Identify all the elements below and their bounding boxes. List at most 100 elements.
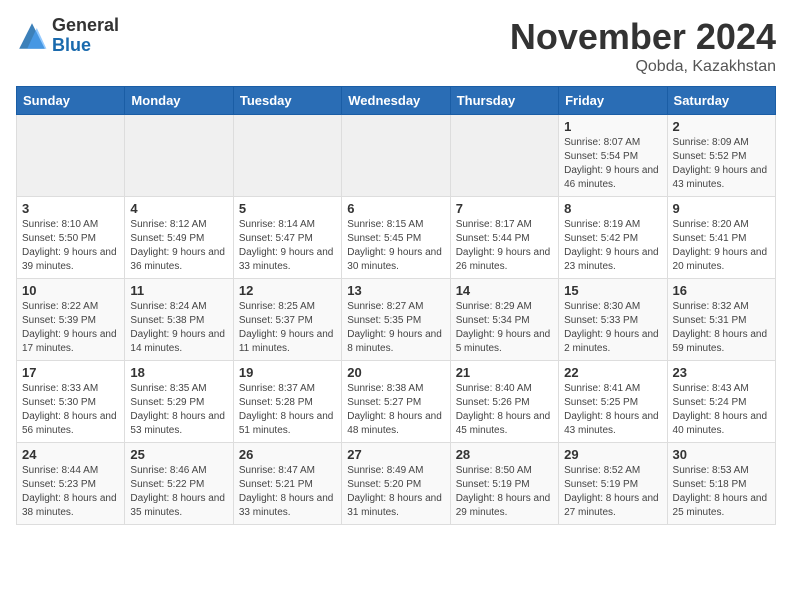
logo-text: General Blue: [52, 16, 119, 56]
calendar-cell: [342, 115, 450, 197]
day-number: 22: [564, 365, 661, 380]
day-number: 4: [130, 201, 227, 216]
day-number: 2: [673, 119, 770, 134]
calendar-cell: 2Sunrise: 8:09 AM Sunset: 5:52 PM Daylig…: [667, 115, 775, 197]
day-number: 7: [456, 201, 553, 216]
day-info: Sunrise: 8:25 AM Sunset: 5:37 PM Dayligh…: [239, 300, 336, 356]
calendar-cell: 19 Sunrise: 8:37 AM Sunset: 5:28 PM Dayli…: [233, 361, 341, 443]
calendar-cell: 30Sunrise: 8:53 AM Sunset: 5:18 PM Dayli…: [667, 443, 775, 525]
day-number: 26: [239, 447, 336, 462]
calendar-cell: 26Sunrise: 8:47 AM Sunset: 5:21 PM Dayli…: [233, 443, 341, 525]
day-info: Sunrise: 8:53 AM Sunset: 5:18 PM Dayligh…: [673, 464, 770, 520]
day-number: 18: [130, 365, 227, 380]
calendar-cell: 24Sunrise: 8:44 AM Sunset: 5:23 PM Dayli…: [17, 443, 125, 525]
day-info: Sunrise: 8:49 AM Sunset: 5:20 PM Dayligh…: [347, 464, 444, 520]
logo-icon: [16, 20, 48, 52]
day-info: Sunrise: 8:38 AM Sunset: 5:27 PM Dayligh…: [347, 382, 444, 438]
calendar-week-row: 17 Sunrise: 8:33 AM Sunset: 5:30 PM Dayli…: [17, 361, 776, 443]
calendar-cell: 4 Sunrise: 8:12 AM Sunset: 5:49 PM Daylig…: [125, 197, 233, 279]
day-number: 27: [347, 447, 444, 462]
logo: General Blue: [16, 16, 119, 56]
calendar-cell: 29 Sunrise: 8:52 AM Sunset: 5:19 PM Dayli…: [559, 443, 667, 525]
calendar-week-row: 1 Sunrise: 8:07 AM Sunset: 5:54 PM Daylig…: [17, 115, 776, 197]
calendar-cell: 7 Sunrise: 8:17 AM Sunset: 5:44 PM Daylig…: [450, 197, 558, 279]
day-number: 12: [239, 283, 336, 298]
calendar-cell: 9Sunrise: 8:20 AM Sunset: 5:41 PM Daylig…: [667, 197, 775, 279]
day-number: 19: [239, 365, 336, 380]
calendar-cell: [17, 115, 125, 197]
logo-general: General: [52, 16, 119, 36]
calendar-cell: 12 Sunrise: 8:25 AM Sunset: 5:37 PM Dayli…: [233, 279, 341, 361]
calendar-cell: 13 Sunrise: 8:27 AM Sunset: 5:35 PM Dayli…: [342, 279, 450, 361]
day-info: Sunrise: 8:44 AM Sunset: 5:23 PM Dayligh…: [22, 464, 119, 520]
calendar-cell: 20 Sunrise: 8:38 AM Sunset: 5:27 PM Dayli…: [342, 361, 450, 443]
day-info: Sunrise: 8:35 AM Sunset: 5:29 PM Dayligh…: [130, 382, 227, 438]
calendar-cell: [450, 115, 558, 197]
day-info: Sunrise: 8:14 AM Sunset: 5:47 PM Dayligh…: [239, 218, 336, 274]
day-info: Sunrise: 8:07 AM Sunset: 5:54 PM Dayligh…: [564, 136, 661, 192]
day-number: 17: [22, 365, 119, 380]
day-info: Sunrise: 8:12 AM Sunset: 5:49 PM Dayligh…: [130, 218, 227, 274]
calendar-cell: 8Sunrise: 8:19 AM Sunset: 5:42 PM Daylig…: [559, 197, 667, 279]
day-number: 23: [673, 365, 770, 380]
calendar-cell: 17 Sunrise: 8:33 AM Sunset: 5:30 PM Dayli…: [17, 361, 125, 443]
day-info: Sunrise: 8:29 AM Sunset: 5:34 PM Dayligh…: [456, 300, 553, 356]
calendar-cell: 21 Sunrise: 8:40 AM Sunset: 5:26 PM Dayli…: [450, 361, 558, 443]
day-info: Sunrise: 8:43 AM Sunset: 5:24 PM Dayligh…: [673, 382, 770, 438]
calendar-week-row: 3 Sunrise: 8:10 AM Sunset: 5:50 PM Daylig…: [17, 197, 776, 279]
day-number: 10: [22, 283, 119, 298]
calendar-cell: 11 Sunrise: 8:24 AM Sunset: 5:38 PM Dayli…: [125, 279, 233, 361]
calendar-cell: 14Sunrise: 8:29 AM Sunset: 5:34 PM Dayli…: [450, 279, 558, 361]
weekday-header: Tuesday: [233, 87, 341, 115]
day-number: 15: [564, 283, 661, 298]
calendar-cell: 16 Sunrise: 8:32 AM Sunset: 5:31 PM Dayli…: [667, 279, 775, 361]
day-info: Sunrise: 8:32 AM Sunset: 5:31 PM Dayligh…: [673, 300, 770, 356]
day-info: Sunrise: 8:22 AM Sunset: 5:39 PM Dayligh…: [22, 300, 119, 356]
weekday-header: Friday: [559, 87, 667, 115]
weekday-header: Monday: [125, 87, 233, 115]
calendar-week-row: 10 Sunrise: 8:22 AM Sunset: 5:39 PM Dayli…: [17, 279, 776, 361]
calendar-cell: 23 Sunrise: 8:43 AM Sunset: 5:24 PM Dayli…: [667, 361, 775, 443]
calendar-cell: 10 Sunrise: 8:22 AM Sunset: 5:39 PM Dayli…: [17, 279, 125, 361]
day-number: 28: [456, 447, 553, 462]
day-info: Sunrise: 8:40 AM Sunset: 5:26 PM Dayligh…: [456, 382, 553, 438]
day-number: 29: [564, 447, 661, 462]
title-block: November 2024 Qobda, Kazakhstan: [510, 16, 776, 76]
day-info: Sunrise: 8:52 AM Sunset: 5:19 PM Dayligh…: [564, 464, 661, 520]
calendar-cell: [233, 115, 341, 197]
weekday-header: Saturday: [667, 87, 775, 115]
calendar-cell: 28Sunrise: 8:50 AM Sunset: 5:19 PM Dayli…: [450, 443, 558, 525]
location: Qobda, Kazakhstan: [510, 58, 776, 76]
day-number: 11: [130, 283, 227, 298]
day-info: Sunrise: 8:24 AM Sunset: 5:38 PM Dayligh…: [130, 300, 227, 356]
calendar-cell: 5 Sunrise: 8:14 AM Sunset: 5:47 PM Daylig…: [233, 197, 341, 279]
weekday-header: Wednesday: [342, 87, 450, 115]
day-info: Sunrise: 8:30 AM Sunset: 5:33 PM Dayligh…: [564, 300, 661, 356]
day-number: 16: [673, 283, 770, 298]
day-info: Sunrise: 8:17 AM Sunset: 5:44 PM Dayligh…: [456, 218, 553, 274]
calendar-cell: 25Sunrise: 8:46 AM Sunset: 5:22 PM Dayli…: [125, 443, 233, 525]
weekday-header: Sunday: [17, 87, 125, 115]
calendar-table: SundayMondayTuesdayWednesdayThursdayFrid…: [16, 86, 776, 525]
day-info: Sunrise: 8:10 AM Sunset: 5:50 PM Dayligh…: [22, 218, 119, 274]
day-number: 3: [22, 201, 119, 216]
day-number: 13: [347, 283, 444, 298]
calendar-cell: 22Sunrise: 8:41 AM Sunset: 5:25 PM Dayli…: [559, 361, 667, 443]
day-info: Sunrise: 8:20 AM Sunset: 5:41 PM Dayligh…: [673, 218, 770, 274]
day-info: Sunrise: 8:33 AM Sunset: 5:30 PM Dayligh…: [22, 382, 119, 438]
calendar-cell: 15 Sunrise: 8:30 AM Sunset: 5:33 PM Dayli…: [559, 279, 667, 361]
day-number: 6: [347, 201, 444, 216]
weekday-header-row: SundayMondayTuesdayWednesdayThursdayFrid…: [17, 87, 776, 115]
day-info: Sunrise: 8:37 AM Sunset: 5:28 PM Dayligh…: [239, 382, 336, 438]
day-number: 5: [239, 201, 336, 216]
day-info: Sunrise: 8:15 AM Sunset: 5:45 PM Dayligh…: [347, 218, 444, 274]
day-number: 1: [564, 119, 661, 134]
day-info: Sunrise: 8:27 AM Sunset: 5:35 PM Dayligh…: [347, 300, 444, 356]
calendar-cell: 1 Sunrise: 8:07 AM Sunset: 5:54 PM Daylig…: [559, 115, 667, 197]
day-number: 20: [347, 365, 444, 380]
calendar-cell: [125, 115, 233, 197]
day-info: Sunrise: 8:46 AM Sunset: 5:22 PM Dayligh…: [130, 464, 227, 520]
day-info: Sunrise: 8:19 AM Sunset: 5:42 PM Dayligh…: [564, 218, 661, 274]
weekday-header: Thursday: [450, 87, 558, 115]
day-number: 21: [456, 365, 553, 380]
